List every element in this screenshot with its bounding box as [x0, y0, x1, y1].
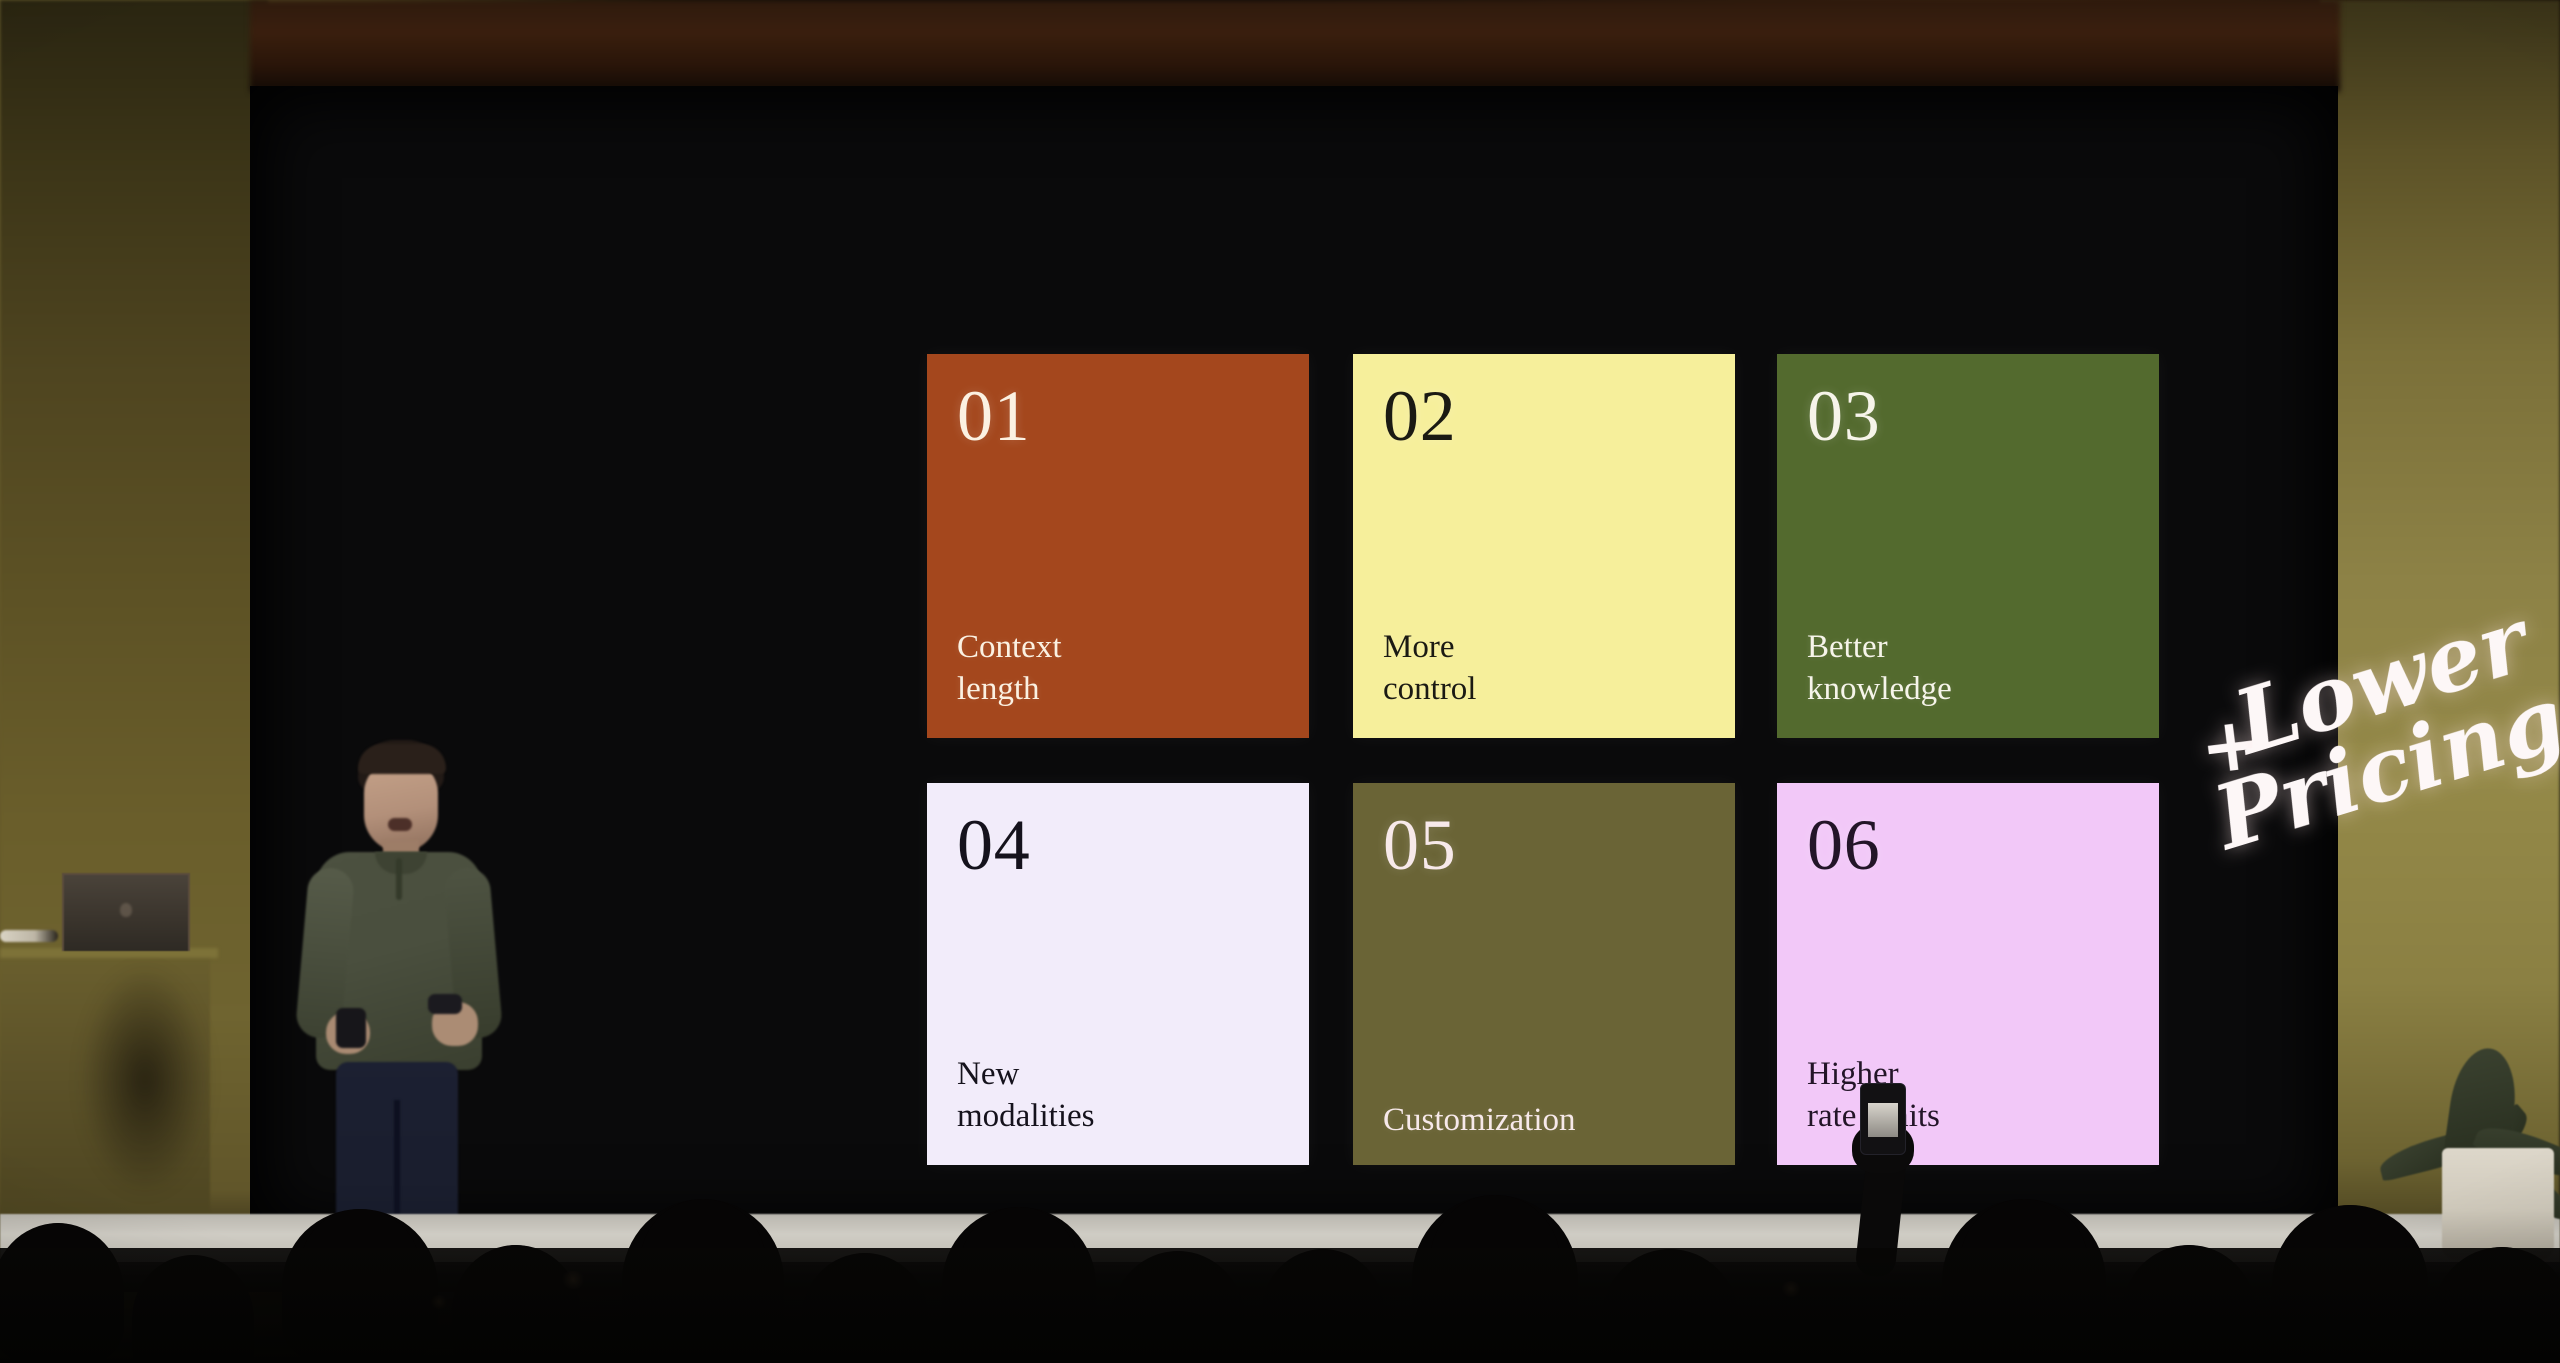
presentation-screen: 01 Context length 02 More control 03 Bet… — [250, 86, 2560, 1236]
audience-foreground-mass — [0, 1248, 2560, 1363]
slide-card-06: 06 Higher rate limits — [1777, 783, 2159, 1165]
slide-card-grid: 01 Context length 02 More control 03 Bet… — [927, 354, 2169, 1165]
card-label-02: More control — [1383, 628, 1477, 707]
audience-silhouettes — [0, 1083, 2560, 1363]
card-label-03: Better knowledge — [1807, 628, 1952, 707]
presenter-mouth — [388, 818, 412, 831]
smartphone-screen — [1868, 1103, 1898, 1137]
slide-card-05: 05 Customization — [1353, 783, 1735, 1165]
lower-pricing-annotation: + Lower Pricing — [2187, 586, 2560, 886]
card-label-04: New modalities — [957, 1055, 1095, 1134]
slide-card-02: 02 More control — [1353, 354, 1735, 738]
card-number-05: 05 — [1383, 805, 1457, 885]
card-number-04: 04 — [957, 805, 1031, 885]
stage-scene: 01 Context length 02 More control 03 Bet… — [0, 0, 2560, 1363]
slide-card-03: 03 Better knowledge — [1777, 354, 2159, 738]
card-number-01: 01 — [957, 376, 1031, 456]
card-number-06: 06 — [1807, 805, 1881, 885]
ceiling-glow — [250, 0, 2340, 92]
remote-clicker-second-icon — [428, 994, 462, 1014]
slide-card-04: 04 New modalities — [927, 783, 1309, 1165]
apple-logo-icon — [120, 902, 132, 917]
card-label-01: Context length — [957, 628, 1062, 707]
presenter-placket — [396, 858, 402, 900]
card-label-06: Higher rate limits — [1807, 1055, 1940, 1134]
laptop-cable — [0, 930, 58, 942]
slide-card-01: 01 Context length — [927, 354, 1309, 738]
presenter-hair-front — [358, 744, 446, 774]
card-number-03: 03 — [1807, 376, 1881, 456]
macbook-laptop[interactable] — [62, 873, 190, 951]
card-number-02: 02 — [1383, 376, 1457, 456]
remote-clicker-icon — [336, 1008, 366, 1048]
